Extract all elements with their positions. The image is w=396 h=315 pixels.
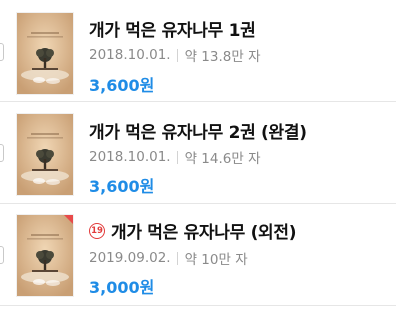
book-title[interactable]: 개가 먹은 유자나무 1권 (89, 16, 256, 41)
book-price: 3,600원 (89, 76, 155, 95)
book-length: 약 10만 자 (184, 252, 248, 268)
publish-date: 2018.10.01. (89, 149, 171, 165)
book-price: 3,600원 (89, 177, 155, 196)
meta-divider (176, 48, 178, 62)
item-divider (0, 305, 396, 306)
book-length: 약 14.6만 자 (184, 151, 261, 167)
list-item[interactable]: 개가 먹은 유자나무 2권 (완결) 2018.10.01. 약 14.6만 자… (0, 102, 396, 204)
book-volume-list: 개가 먹은 유자나무 1권 2018.10.01. 약 13.8만 자 3,60… (0, 0, 396, 315)
list-item[interactable]: 19 개가 먹은 유자나무 (외전) 2019.09.02. 약 10만 자 3… (0, 204, 396, 306)
meta-divider (176, 251, 178, 265)
adult-ribbon-icon (64, 215, 73, 224)
age-19-icon: 19 (89, 222, 105, 239)
meta-divider (176, 150, 178, 164)
book-length: 약 13.8만 자 (184, 49, 261, 65)
publish-date: 2019.09.02. (89, 250, 171, 266)
book-title[interactable]: 개가 먹은 유자나무 (외전) (111, 218, 297, 243)
select-checkbox[interactable] (0, 144, 4, 162)
book-cover-image[interactable] (17, 13, 73, 94)
book-cover-image[interactable] (17, 114, 73, 195)
book-cover-image[interactable] (17, 215, 73, 296)
select-checkbox[interactable] (0, 43, 4, 61)
book-price: 3,000원 (89, 278, 155, 297)
book-title[interactable]: 개가 먹은 유자나무 2권 (완결) (89, 118, 307, 143)
select-checkbox[interactable] (0, 246, 4, 264)
list-item[interactable]: 개가 먹은 유자나무 1권 2018.10.01. 약 13.8만 자 3,60… (0, 0, 396, 102)
publish-date: 2018.10.01. (89, 47, 171, 63)
